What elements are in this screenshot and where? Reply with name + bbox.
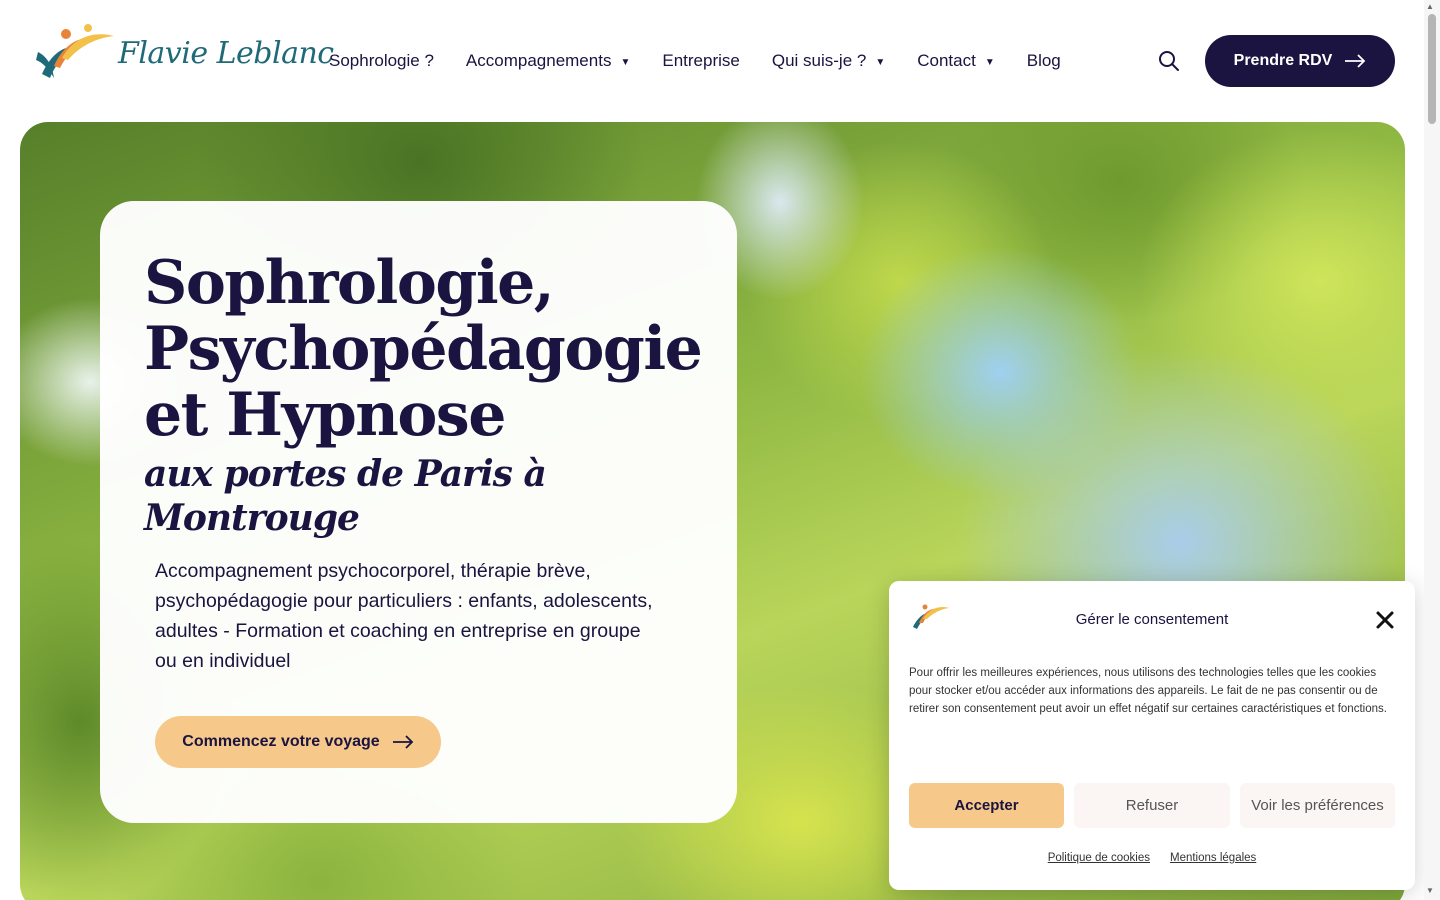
consent-links: Politique de cookies Mentions légales	[889, 852, 1415, 864]
hero-description: Accompagnement psychocorporel, thérapie …	[155, 560, 653, 672]
consent-dialog: Gérer le consentement Pour offrir les me…	[889, 581, 1415, 890]
nav-item-label: Blog	[1026, 51, 1061, 70]
legal-notice-link[interactable]: Mentions légales	[1170, 852, 1256, 864]
chevron-down-icon: ▼	[620, 56, 631, 68]
nav-item-contact[interactable]: Contact ▼	[917, 51, 995, 71]
prendre-rdv-label: Prendre RDV	[1233, 52, 1333, 69]
nav-item-label: Qui suis-je ?	[771, 51, 867, 70]
nav-item-sophrologie[interactable]: Sophrologie ?	[329, 51, 434, 71]
consent-text: Pour offrir les meilleures expériences, …	[909, 667, 1387, 715]
nav-item-blog[interactable]: Blog	[1027, 51, 1061, 71]
nav-item-label: Accompagnements	[465, 51, 612, 70]
site-header: Flavie Leblanc Sophrologie ? Accompagnem…	[0, 0, 1440, 122]
hero-title: Sophrologie, Psychopédagogie et Hypnose	[144, 248, 703, 450]
chevron-down-icon: ▼	[875, 56, 886, 68]
cookie-policy-link[interactable]: Politique de cookies	[1048, 852, 1150, 864]
nav-item-label: Sophrologie ?	[329, 51, 434, 70]
site-logo[interactable]: Flavie Leblanc	[32, 22, 334, 88]
nav-item-label: Entreprise	[662, 51, 740, 70]
logo-mark-icon	[36, 24, 114, 78]
logo-text: Flavie Leblanc	[118, 36, 334, 71]
hero-subtitle: aux portes de Paris à Montrouge	[144, 453, 547, 539]
arrow-right-icon	[392, 735, 413, 749]
nav-item-accompagnements[interactable]: Accompagnements ▼	[466, 51, 630, 71]
commencez-voyage-button[interactable]: Commencez votre voyage	[155, 716, 441, 768]
scroll-down-icon[interactable]: ▼	[1426, 886, 1434, 895]
prendre-rdv-button[interactable]: Prendre RDV	[1205, 35, 1395, 87]
scroll-up-icon[interactable]: ▲	[1426, 2, 1434, 11]
main-nav: Sophrologie ? Accompagnements ▼ Entrepri…	[329, 47, 1093, 75]
search-icon[interactable]	[1157, 49, 1181, 73]
nav-item-qui-suis-je[interactable]: Qui suis-je ? ▼	[772, 51, 885, 71]
close-icon[interactable]	[1374, 609, 1396, 631]
commencez-voyage-label: Commencez votre voyage	[182, 733, 380, 750]
refuse-button[interactable]: Refuser	[1074, 783, 1230, 828]
page-scrollbar[interactable]	[1424, 0, 1440, 900]
preferences-button[interactable]: Voir les préférences	[1240, 783, 1395, 828]
nav-item-entreprise[interactable]: Entreprise	[662, 51, 739, 71]
scrollbar-thumb[interactable]	[1428, 14, 1436, 124]
accept-button[interactable]: Accepter	[909, 783, 1064, 828]
nav-item-label: Contact	[917, 51, 976, 70]
arrow-right-icon	[1345, 54, 1366, 68]
chevron-down-icon: ▼	[984, 56, 995, 68]
consent-title: Gérer le consentement	[1075, 611, 1229, 628]
